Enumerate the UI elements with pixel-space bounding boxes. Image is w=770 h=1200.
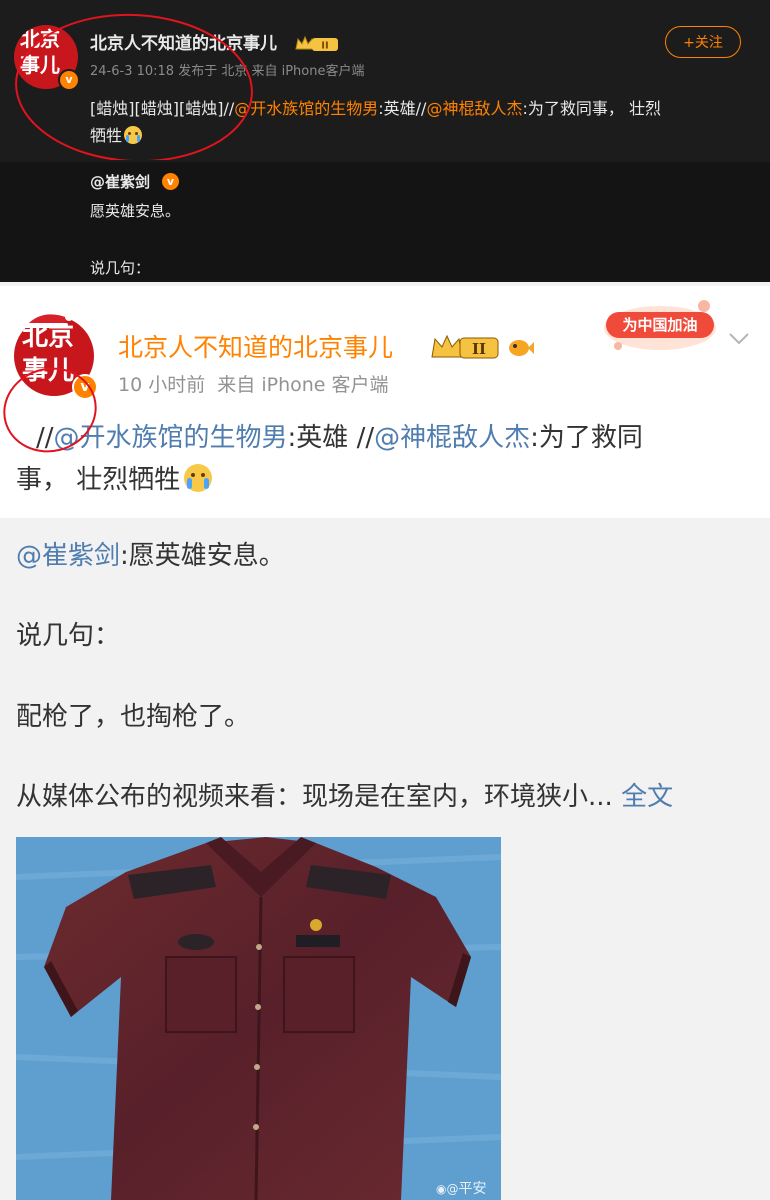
content-text: :为了救同 (530, 423, 643, 453)
quote-text: 从媒体公布的视频来看：现场是在室内，环境狭小... (16, 782, 613, 812)
post-image[interactable]: ◉@平安 (16, 837, 501, 1200)
content-text: :为了救同事， 壮烈 (522, 99, 661, 118)
post-meta: 10 小时前 来自 iPhone 客户端 (118, 374, 389, 396)
svg-text:II: II (472, 340, 486, 358)
verified-icon: v (162, 173, 179, 190)
follow-button[interactable]: +关注 (665, 26, 741, 58)
annotation-circle (15, 13, 253, 160)
fish-icon (506, 336, 534, 360)
vip-crown-icon: II (430, 333, 504, 361)
quote-paragraph: 配枪了，也掏枪了。 (16, 702, 251, 732)
chevron-down-icon[interactable] (728, 330, 750, 346)
santa-hat-icon (22, 308, 74, 328)
vip-crown-icon: II (294, 35, 340, 53)
quote-line1: @崔紫剑:愿英雄安息。 (16, 538, 285, 574)
annotation-circle (3, 367, 97, 453)
mention-link[interactable]: @神棍敌人杰 (426, 99, 522, 118)
quote-text: 说几句： (90, 259, 151, 277)
content-text: :英雄 // (287, 423, 375, 453)
quote-author[interactable]: @崔紫剑 (90, 172, 150, 192)
mention-link[interactable]: @神棍敌人杰 (374, 423, 530, 453)
quote-paragraph: 说几句： (16, 621, 121, 651)
quote-text: 愿英雄安息。 (90, 202, 181, 220)
uniform-shirt-image (16, 837, 501, 1200)
weibo-icon: ◉@ (436, 1182, 459, 1196)
full-text-link[interactable]: 全文 (621, 782, 673, 812)
content-text: 事， 壮烈牺牲 (16, 465, 181, 495)
svg-text:II: II (321, 41, 328, 52)
quote-text: :愿英雄安息。 (120, 541, 285, 571)
watermark-text: 平安 (458, 1181, 487, 1197)
campaign-badge-label: 为中国加油 (622, 316, 698, 334)
image-watermark: ◉@平安 (436, 1178, 486, 1198)
content-line2: 事， 壮烈牺牲 (16, 462, 213, 498)
quote-paragraph: 从媒体公布的视频来看：现场是在室内，环境狭小... 全文 (16, 779, 673, 815)
crying-emoji-icon (184, 464, 213, 492)
content-text: :英雄// (378, 99, 427, 118)
quote-author[interactable]: @崔紫剑 (16, 541, 120, 571)
post-content: //@开水族馆的生物男:英雄 //@神棍敌人杰:为了救同 (36, 420, 756, 456)
username[interactable]: 北京人不知道的北京事儿 (118, 332, 393, 364)
campaign-badge[interactable]: 为中国加油 (600, 296, 720, 356)
